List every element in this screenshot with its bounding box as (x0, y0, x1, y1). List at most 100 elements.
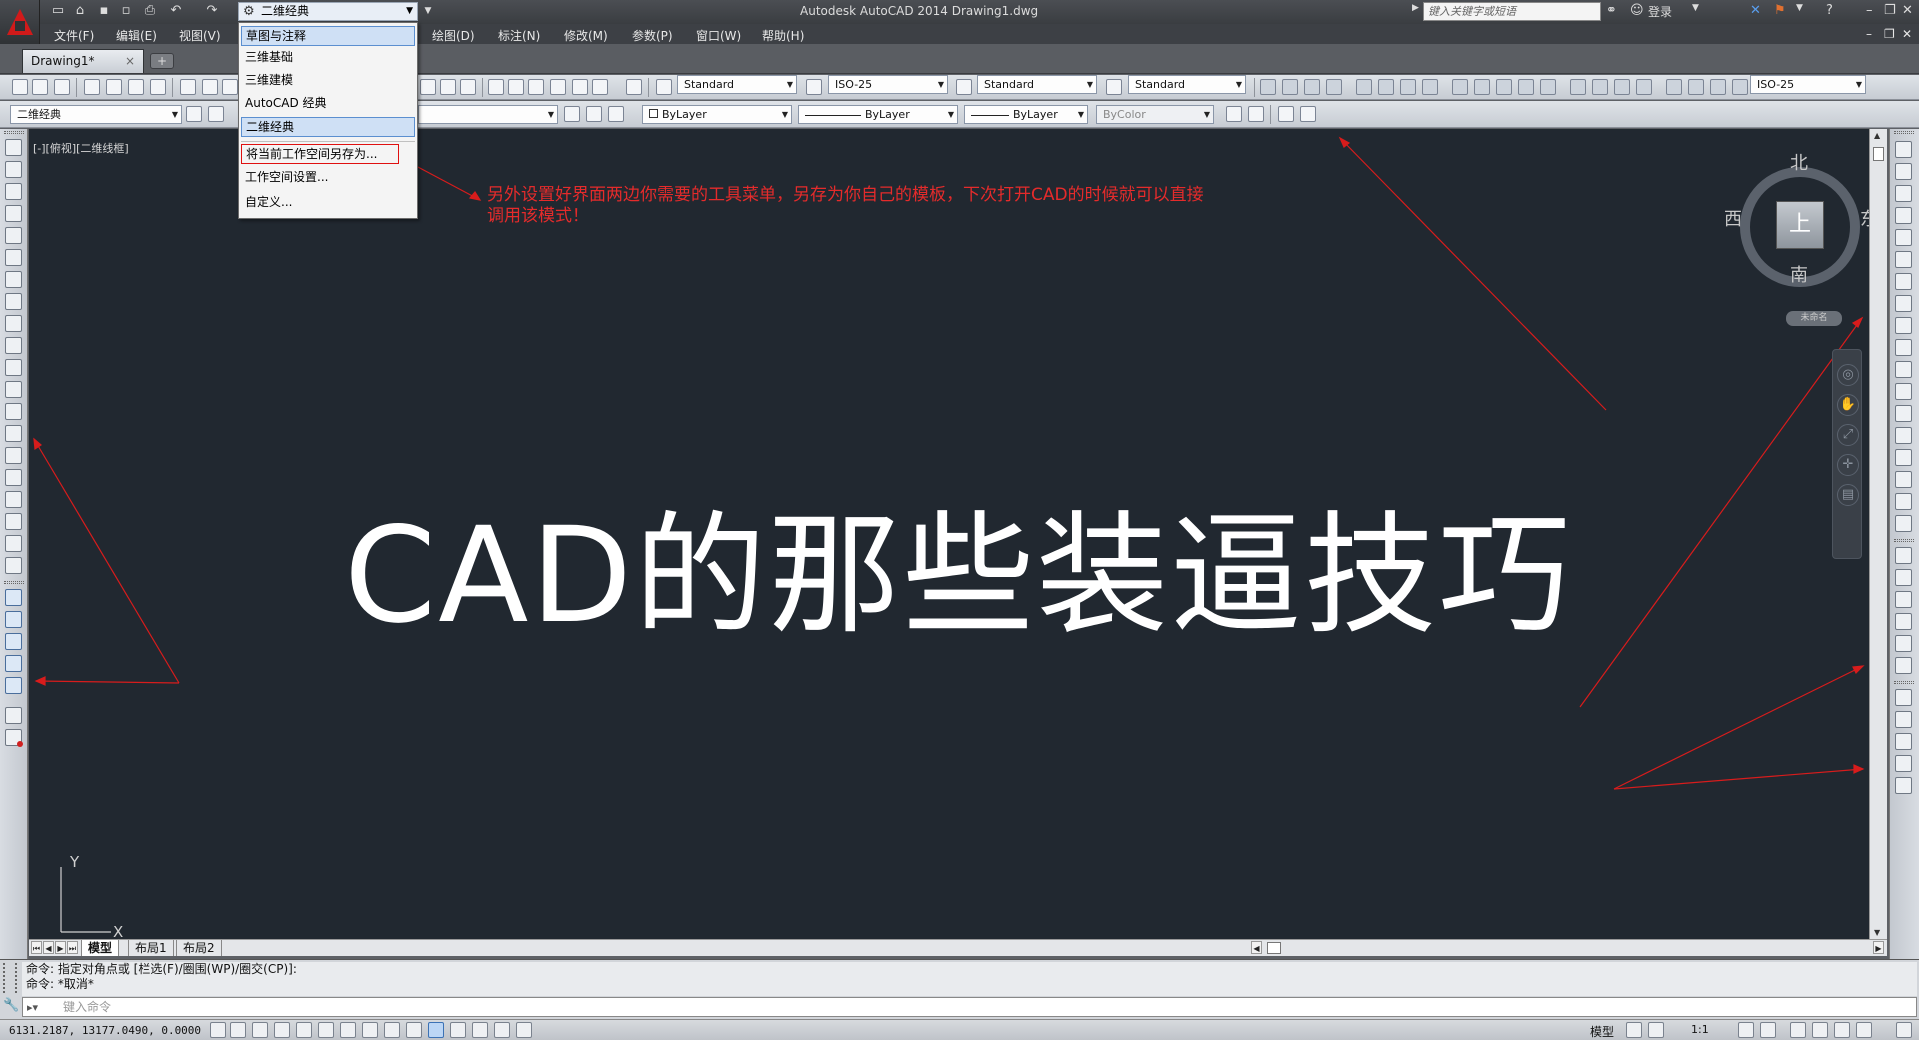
prev-layout-icon[interactable]: ◀ (43, 941, 54, 954)
tab-layout2[interactable]: 布局2 (176, 940, 222, 956)
lineweight-select[interactable]: ByLayer ▼ (964, 105, 1088, 124)
file-tab-drawing1[interactable]: Drawing1* × (22, 49, 144, 73)
minimize-icon[interactable]: – (1866, 3, 1873, 18)
workspace-save-icon[interactable] (208, 106, 224, 122)
table-icon[interactable] (5, 513, 22, 530)
search-expand-icon[interactable]: ▶ (1412, 3, 1419, 13)
quick-view-drawings-icon[interactable] (1648, 1022, 1664, 1038)
table-style-icon[interactable] (956, 79, 972, 95)
cursor-coordinates[interactable]: 6131.2187, 13177.0490, 0.0000 (9, 1024, 201, 1037)
construction-line-icon[interactable] (5, 161, 22, 178)
gradient-icon[interactable] (5, 469, 22, 486)
help-icon[interactable] (626, 79, 642, 95)
clean-screen-icon[interactable] (1896, 1022, 1912, 1038)
chevron-down-icon[interactable]: ▼ (1692, 3, 1699, 13)
break-icon[interactable] (1895, 405, 1912, 422)
point-icon[interactable] (5, 425, 22, 442)
menu-edit[interactable]: 编辑(E) (116, 27, 157, 44)
close-icon[interactable]: ✕ (1902, 3, 1913, 18)
walk-icon[interactable] (5, 707, 22, 724)
diameter-dim-icon[interactable] (1400, 79, 1416, 95)
clip-viewport-icon[interactable] (1895, 777, 1912, 794)
viewport-icon[interactable] (1895, 689, 1912, 706)
orbit-icon[interactable]: ✛ (1837, 454, 1859, 476)
workspace-option-3d-modeling[interactable]: 三维建模 (241, 71, 415, 91)
compass-east[interactable]: 东 (1860, 205, 1869, 231)
3d-osnap-icon[interactable] (340, 1022, 356, 1038)
spline-icon[interactable] (5, 315, 22, 332)
command-input[interactable]: ▸▾ 键入命令 (22, 997, 1917, 1017)
multiline-text-icon[interactable] (5, 535, 22, 552)
orbit-icon[interactable] (5, 589, 22, 606)
viewcube-top-face[interactable]: 上 (1776, 201, 1824, 249)
angular-dim-icon[interactable] (1422, 79, 1438, 95)
arc-icon[interactable] (5, 249, 22, 266)
redo-icon[interactable]: ↷ (204, 3, 220, 19)
show-lineweight-icon[interactable] (428, 1022, 444, 1038)
menu-minimize-icon[interactable]: – (1866, 27, 1872, 41)
add-selected-icon[interactable] (5, 557, 22, 574)
dim-style-select[interactable]: ISO-25 ▼ (828, 75, 948, 94)
copy-object-icon[interactable] (1895, 163, 1912, 180)
erase-icon[interactable] (1895, 141, 1912, 158)
hscroll-thumb[interactable] (1267, 942, 1281, 954)
dynamic-ucs-icon[interactable] (384, 1022, 400, 1038)
menu-view[interactable]: 视图(V) (179, 27, 221, 44)
command-line-grip[interactable] (3, 963, 17, 993)
ellipse-arc-icon[interactable] (5, 359, 22, 376)
restore-icon[interactable]: ❐ (1884, 3, 1896, 18)
close-icon[interactable]: × (125, 54, 135, 68)
dim-text-edit-icon[interactable] (1688, 79, 1704, 95)
markup-set-icon[interactable] (1300, 106, 1316, 122)
draworder-front-icon[interactable] (1895, 547, 1912, 564)
print-icon[interactable]: ⎙ (142, 3, 158, 19)
dynamic-input-icon[interactable] (406, 1022, 422, 1038)
cut-icon[interactable] (180, 79, 196, 95)
move-icon[interactable] (1895, 251, 1912, 268)
dim-break-icon[interactable] (1540, 79, 1556, 95)
command-prompt-icon[interactable]: ▸▾ (27, 999, 38, 1017)
3d-print-icon[interactable] (150, 79, 166, 95)
hatch-to-back-icon[interactable] (1895, 657, 1912, 674)
workspace-option-2d-classic[interactable]: 二维经典 (241, 117, 415, 137)
ortho-mode-icon[interactable] (274, 1022, 290, 1038)
properties-icon[interactable] (488, 79, 504, 95)
workspace-option-autocad-classic[interactable]: AutoCAD 经典 (241, 94, 415, 114)
binoculars-icon[interactable]: ⚭ (1606, 3, 1617, 18)
quick-view-layouts-icon[interactable] (1626, 1022, 1642, 1038)
layer-state-icon[interactable] (608, 106, 624, 122)
region-icon[interactable] (5, 491, 22, 508)
extend-icon[interactable] (1895, 361, 1912, 378)
dim-style-manager-icon[interactable] (1732, 79, 1748, 95)
sync-scale-icon[interactable] (1248, 106, 1264, 122)
explode-icon[interactable] (1895, 515, 1912, 532)
last-layout-icon[interactable]: ⏭ (67, 941, 78, 954)
user-icon[interactable]: ☺ (1630, 3, 1644, 18)
rotate-icon[interactable] (1895, 273, 1912, 290)
wcs-menu[interactable]: 未命名 (1786, 311, 1842, 326)
workspace-settings-item[interactable]: 工作空间设置... (241, 168, 415, 188)
app-menu-button[interactable] (0, 0, 40, 44)
draworder-under-icon[interactable] (1895, 613, 1912, 630)
layer-select[interactable]: ▼ (418, 105, 558, 124)
auto-scale-icon[interactable] (1760, 1022, 1776, 1038)
break-at-point-icon[interactable] (1895, 383, 1912, 400)
viewport-label[interactable]: [-][俯视][二维线框] (33, 140, 129, 156)
first-layout-icon[interactable]: ⏮ (31, 941, 42, 954)
showmotion-icon[interactable]: ▤ (1837, 484, 1859, 506)
hscroll-right-icon[interactable]: ▶ (1873, 941, 1884, 954)
pan-icon[interactable] (420, 79, 436, 95)
osnap-tracking-icon[interactable] (362, 1022, 378, 1038)
quick-access-dropdown-icon[interactable]: ▼ (420, 3, 436, 19)
polar-tracking-icon[interactable] (296, 1022, 312, 1038)
ellipse-icon[interactable] (5, 337, 22, 354)
tab-model[interactable]: 模型 (81, 940, 120, 956)
chamfer-icon[interactable] (1895, 449, 1912, 466)
zoom-extents-icon[interactable]: ⤢ (1837, 424, 1859, 446)
isolate-objects-icon[interactable] (1856, 1022, 1872, 1038)
multileader-style-icon[interactable] (1106, 79, 1122, 95)
undo-icon[interactable]: ↶ (168, 3, 184, 19)
dim-style-right-select[interactable]: ISO-25 ▼ (1750, 75, 1866, 94)
hatch-icon[interactable] (5, 447, 22, 464)
blend-curves-icon[interactable] (1895, 493, 1912, 510)
